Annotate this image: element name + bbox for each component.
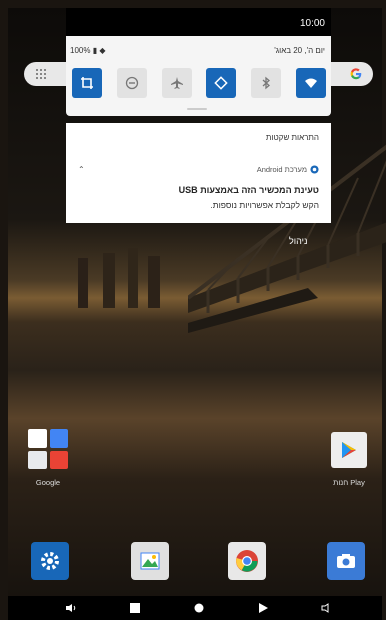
settings-app[interactable]: [31, 542, 69, 580]
wifi-signal-icon: ◆: [99, 46, 106, 55]
quick-tiles-row: [72, 68, 326, 98]
navigation-bar: [8, 596, 382, 620]
google-folder[interactable]: [26, 427, 70, 471]
airplane-tile[interactable]: [161, 68, 192, 98]
gallery-app[interactable]: [131, 542, 169, 580]
crop-rotate-icon: [81, 77, 93, 89]
youtube-icon: [49, 450, 68, 469]
home-button[interactable]: [192, 601, 206, 615]
date-label: יום ה', 20 באוג': [274, 46, 325, 55]
back-triangle-icon: [259, 603, 268, 613]
chrome-app[interactable]: [228, 542, 266, 580]
dnd-icon: [125, 76, 138, 90]
apps-grid-icon: [36, 69, 46, 79]
photos-icon: [140, 552, 160, 570]
skyline-image: [78, 248, 160, 308]
bluetooth-tile[interactable]: [251, 68, 282, 98]
notification-title: טעינת המכשיר הזה באמצעות USB: [178, 185, 319, 195]
play-store-app[interactable]: [331, 432, 367, 468]
notification-app-name: מערכת Android: [256, 165, 307, 174]
autorotate-icon: [214, 76, 229, 90]
play-store-label: חנות Play: [333, 478, 365, 487]
volume-down-icon: [66, 604, 76, 612]
maps-icon: [28, 450, 47, 469]
gear-icon: [41, 552, 59, 570]
autorotate-tile[interactable]: [206, 68, 237, 98]
airplane-icon: [170, 77, 183, 89]
home-circle-icon: [194, 603, 204, 613]
quick-settings-panel: 100% ▮ ◆ יום ה', 20 באוג': [66, 36, 331, 116]
camera-icon: [337, 554, 355, 568]
recents-square-icon: [130, 603, 140, 613]
search-bar-right[interactable]: [331, 62, 373, 86]
battery-status: 100% ▮ ◆: [70, 46, 106, 55]
drag-handle[interactable]: [187, 108, 207, 110]
folder-label: Google: [35, 478, 61, 487]
gmail-icon: [28, 429, 47, 448]
wifi-icon: [304, 78, 317, 88]
bluetooth-icon: [262, 76, 271, 90]
battery-percent: 100%: [70, 46, 91, 55]
recents-button[interactable]: [128, 601, 142, 615]
notification-body: הקש לקבלת אפשרויות נוספות.: [210, 200, 319, 210]
volume-up-icon: [321, 603, 329, 613]
volume-down-button[interactable]: [64, 601, 78, 615]
silent-header-label: התראות שקטות: [265, 133, 319, 142]
search-bar-left[interactable]: [24, 62, 68, 86]
chrome-icon: [236, 550, 258, 572]
silent-notifications-header: התראות שקטות: [66, 123, 331, 152]
google-app-icon: [49, 429, 68, 448]
google-g-icon: [350, 68, 362, 80]
dnd-tile[interactable]: [116, 68, 147, 98]
android-system-icon: [310, 165, 319, 174]
play-store-icon: [342, 442, 356, 458]
back-button[interactable]: [256, 601, 270, 615]
status-bar: 10:00: [66, 8, 331, 36]
notification-app-row: מערכת Android: [257, 165, 319, 174]
crop-rotate-tile[interactable]: [72, 68, 102, 98]
battery-icon: ▮: [92, 46, 98, 55]
usb-notification[interactable]: מערכת Android ⌃ טעינת המכשיר הזה באמצעות…: [66, 151, 331, 223]
volume-up-button[interactable]: [320, 601, 334, 615]
chevron-up-icon[interactable]: ⌃: [78, 165, 85, 174]
camera-app[interactable]: [327, 542, 365, 580]
clock: 10:00: [299, 18, 325, 29]
wifi-tile[interactable]: [295, 68, 326, 98]
manage-button[interactable]: ניהול: [289, 236, 307, 246]
